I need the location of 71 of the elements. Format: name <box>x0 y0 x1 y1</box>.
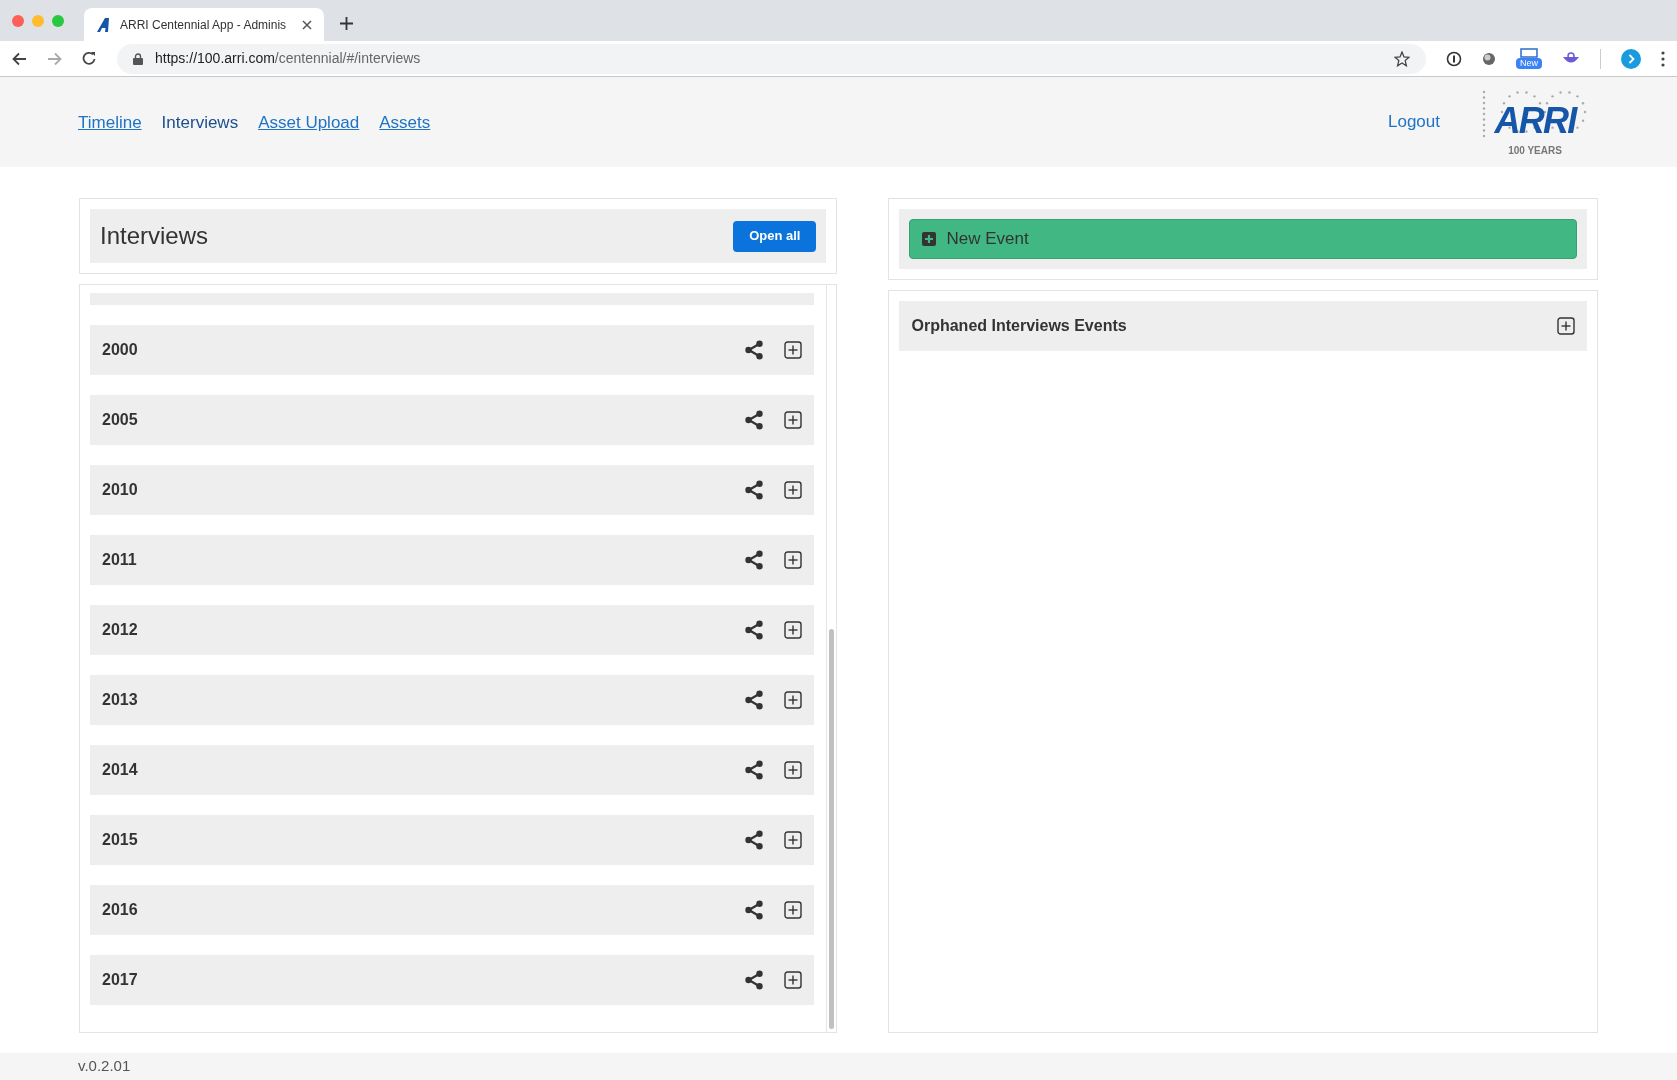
year-row[interactable]: 2013 <box>90 675 815 725</box>
back-icon[interactable] <box>12 51 27 66</box>
year-row[interactable]: 2010 <box>90 465 815 515</box>
lock-icon <box>133 52 143 65</box>
reload-icon[interactable] <box>82 51 97 66</box>
share-icon[interactable] <box>744 340 765 360</box>
year-label: 2011 <box>102 550 138 570</box>
share-icon[interactable] <box>744 410 765 430</box>
new-tab-icon[interactable] <box>340 17 353 30</box>
expand-icon[interactable] <box>784 831 803 849</box>
year-row[interactable]: 2016 <box>90 885 815 935</box>
logout-link[interactable]: Logout <box>1388 109 1440 135</box>
year-label: 2015 <box>102 830 139 850</box>
year-row[interactable]: 2000 <box>90 325 815 375</box>
expand-icon[interactable] <box>784 971 803 989</box>
nav-link[interactable]: Assets <box>379 110 431 136</box>
tab-favicon-icon <box>96 16 112 33</box>
sphere-icon[interactable] <box>1482 51 1496 66</box>
year-row[interactable]: 2014 <box>90 745 815 795</box>
year-row[interactable]: 2005 <box>90 395 815 445</box>
year-label: 2012 <box>102 620 139 640</box>
menu-icon[interactable] <box>1661 50 1665 67</box>
plus-square-icon <box>922 232 937 246</box>
version-text: v.0.2.01 <box>78 1056 131 1077</box>
address-field[interactable]: https://100.arri.com/centennial/#/interviews <box>117 43 1426 74</box>
expand-icon[interactable] <box>784 691 803 709</box>
year-label: 2013 <box>102 690 139 710</box>
expand-icon[interactable] <box>784 341 803 359</box>
expand-icon[interactable] <box>784 551 803 569</box>
nav-link[interactable]: Asset Upload <box>258 110 360 136</box>
share-icon[interactable] <box>744 620 765 640</box>
interviews-title: Interviews <box>100 221 209 251</box>
year-label: 2010 <box>102 480 139 500</box>
year-row[interactable]: 2015 <box>90 815 815 865</box>
expand-icon[interactable] <box>784 761 803 779</box>
new-badge: New <box>1516 58 1542 69</box>
year-label: 2005 <box>102 410 139 430</box>
expand-icon[interactable] <box>1557 317 1575 335</box>
expand-icon[interactable] <box>784 621 803 639</box>
year-label: 2014 <box>102 760 139 780</box>
share-icon[interactable] <box>744 830 765 850</box>
expand-icon[interactable] <box>784 411 803 429</box>
nav-link[interactable]: Interviews <box>161 110 239 136</box>
profile-avatar[interactable] <box>1621 48 1641 69</box>
share-icon[interactable] <box>744 550 765 570</box>
share-icon[interactable] <box>744 970 765 990</box>
logo-wordmark: ARRI <box>1494 103 1576 139</box>
year-label: 2017 <box>102 970 139 990</box>
share-icon[interactable] <box>744 760 765 780</box>
browser-tab[interactable]: ARRI Centennial App - Adminis <box>84 8 324 41</box>
logo-tagline: 100 YEARS <box>1508 144 1562 158</box>
year-row[interactable]: 2011 <box>90 535 815 585</box>
open-all-button[interactable]: Open all <box>733 220 817 252</box>
year-row[interactable]: 2017 <box>90 955 815 1005</box>
close-icon[interactable] <box>302 19 312 30</box>
year-label: 2016 <box>102 900 139 920</box>
expand-icon[interactable] <box>784 901 803 919</box>
window-icon[interactable] <box>1520 48 1538 58</box>
nav-link[interactable]: Timeline <box>78 110 142 136</box>
share-icon[interactable] <box>744 480 765 500</box>
new-event-button[interactable]: New Event <box>909 219 1577 259</box>
year-label: 2000 <box>102 340 139 360</box>
orphaned-events-title: Orphaned Interviews Events <box>911 316 1127 336</box>
tab-title: ARRI Centennial App - Adminis <box>120 16 288 34</box>
share-icon[interactable] <box>744 900 765 920</box>
expand-icon[interactable] <box>784 481 803 499</box>
info-circle-icon[interactable] <box>1446 50 1462 67</box>
star-icon[interactable] <box>1394 50 1410 67</box>
year-row[interactable]: 2012 <box>90 605 815 655</box>
share-icon[interactable] <box>744 690 765 710</box>
url-text: https://100.arri.com/centennial/#/interviews <box>155 49 422 68</box>
